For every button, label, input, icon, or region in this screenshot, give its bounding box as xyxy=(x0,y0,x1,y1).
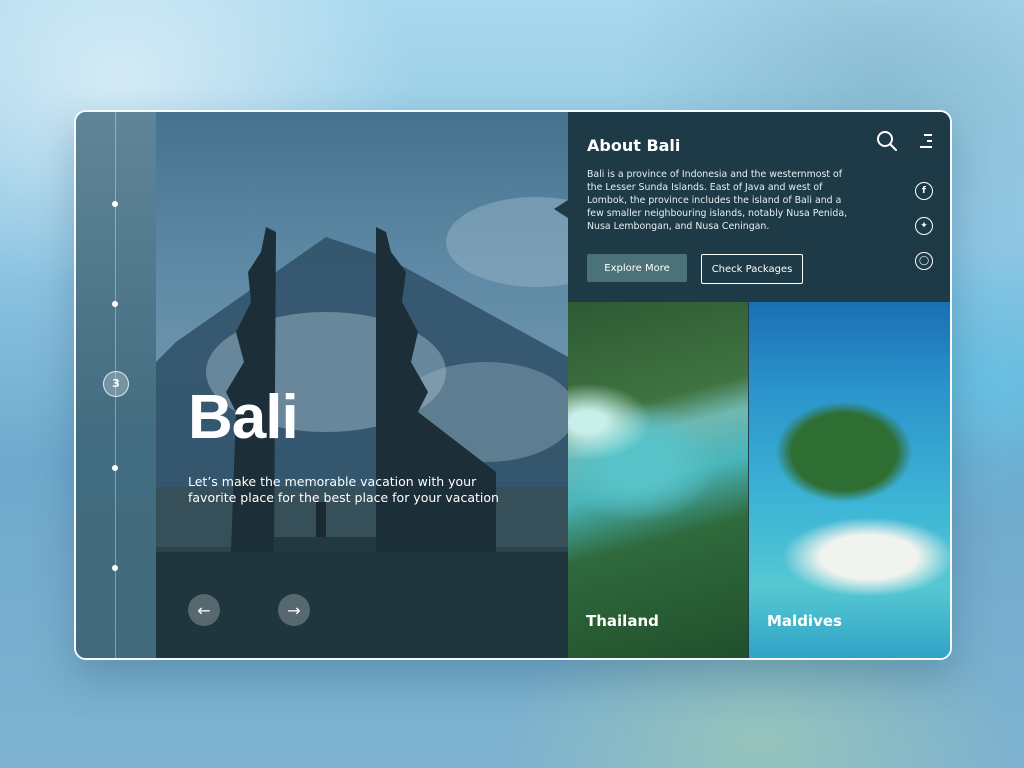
menu-icon[interactable] xyxy=(916,132,934,150)
destination-subtitle: Let’s make the memorable vacation with y… xyxy=(188,474,499,505)
timeline-dot[interactable] xyxy=(112,565,118,571)
arrow-right-icon: → xyxy=(287,600,301,620)
check-packages-button[interactable]: Check Packages xyxy=(701,254,803,284)
about-title: About Bali xyxy=(587,136,681,155)
panel-pointer xyxy=(554,200,568,218)
twitter-icon[interactable]: ✦ xyxy=(915,217,933,235)
timeline-dot[interactable] xyxy=(112,201,118,207)
destination-card: 3 Bali Let’s make the memorable vacation… xyxy=(74,110,952,660)
hero-image: Bali Let’s make the memorable vacation w… xyxy=(156,112,568,658)
arrow-left-icon: ← xyxy=(197,600,211,620)
timeline-current-step[interactable]: 3 xyxy=(103,371,129,397)
destination-tile-maldives[interactable]: Maldives xyxy=(749,302,950,658)
destination-title: Bali xyxy=(188,383,299,452)
about-description: Bali is a province of Indonesia and the … xyxy=(587,169,848,232)
previous-button[interactable]: ← xyxy=(188,594,220,626)
facebook-icon[interactable]: f xyxy=(915,182,933,200)
about-panel: About Bali Bali is a province of Indones… xyxy=(568,112,950,302)
explore-more-button[interactable]: Explore More xyxy=(587,254,687,282)
destination-label: Thailand xyxy=(586,612,659,630)
timeline-strip: 3 xyxy=(76,112,156,658)
timeline-dot[interactable] xyxy=(112,301,118,307)
destination-label: Maldives xyxy=(767,612,842,630)
destination-tile-thailand[interactable]: Thailand xyxy=(568,302,748,658)
instagram-icon[interactable]: ◯ xyxy=(915,252,933,270)
search-icon[interactable] xyxy=(876,130,898,152)
timeline-dot[interactable] xyxy=(112,465,118,471)
next-button[interactable]: → xyxy=(278,594,310,626)
